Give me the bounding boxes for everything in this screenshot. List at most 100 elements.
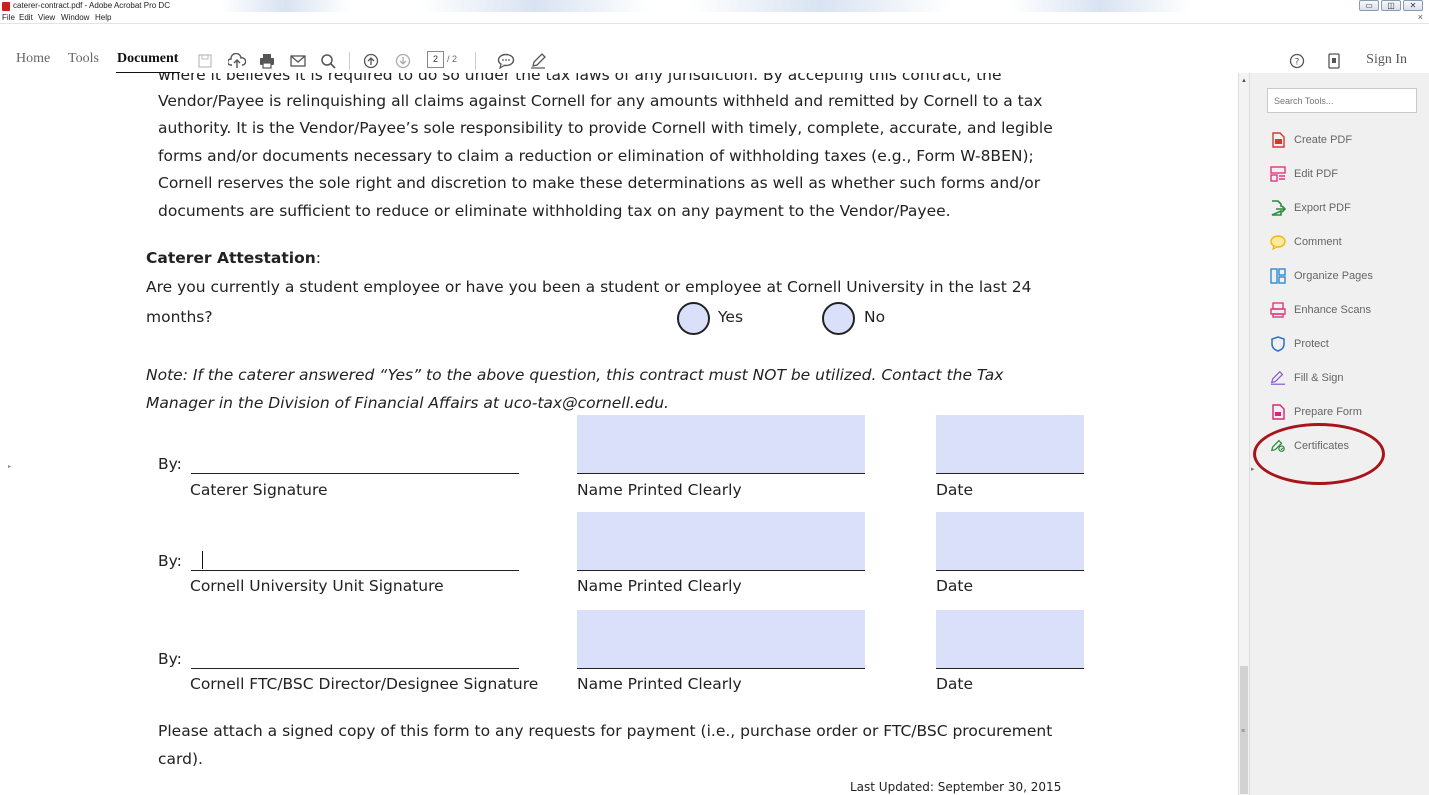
email-icon[interactable] — [289, 52, 307, 70]
date-field[interactable] — [936, 610, 1084, 668]
toolbar: Home Tools Document 2 / 2 ? Sign In — [0, 23, 1429, 74]
search-icon[interactable] — [319, 52, 337, 70]
tool-label: Create PDF — [1294, 134, 1353, 146]
no-label: No — [864, 308, 886, 326]
date-line — [936, 668, 1084, 669]
menu-edit[interactable]: Edit — [19, 12, 33, 23]
tab-tools[interactable]: Tools — [68, 51, 99, 67]
scrollbar-grip-icon: ≡ — [1241, 728, 1246, 735]
name-line — [577, 668, 865, 669]
document-viewer[interactable]: where it believes it is required to do s… — [0, 73, 1238, 795]
tool-label: Enhance Scans — [1294, 304, 1372, 316]
certificates-highlight-ring — [1253, 423, 1385, 485]
minimize-button[interactable]: ▭ — [1359, 0, 1379, 11]
page-up-icon[interactable] — [362, 52, 380, 70]
tool-label: Organize Pages — [1294, 270, 1373, 282]
tool-organize-pages[interactable]: Organize Pages — [1270, 266, 1373, 286]
note-line: Manager in the Division of Financial Aff… — [146, 394, 669, 412]
name-printed-field[interactable] — [577, 415, 865, 473]
tool-export-pdf[interactable]: Export PDF — [1270, 198, 1351, 218]
signature-label: Cornell FTC/BSC Director/Designee Signat… — [190, 675, 539, 693]
menu-help[interactable]: Help — [95, 12, 111, 23]
last-updated: Last Updated: September 30, 2015 — [850, 780, 1062, 794]
create-pdf-icon — [1270, 132, 1286, 148]
text-cursor — [202, 551, 203, 569]
vertical-scrollbar[interactable]: ▲ ≡ — [1238, 73, 1249, 795]
prepare-form-icon — [1270, 404, 1286, 420]
yes-label: Yes — [718, 308, 744, 326]
tools-pane-toggle[interactable]: ▸ — [1251, 465, 1255, 473]
enhance-scans-icon — [1270, 302, 1286, 318]
cutoff-line: where it believes it is required to do s… — [158, 73, 1002, 84]
edit-pdf-icon — [1270, 166, 1286, 182]
question-line: months? — [146, 308, 213, 326]
pen-icon[interactable] — [529, 52, 547, 70]
date-label: Date — [936, 577, 974, 595]
menu-file[interactable]: File — [2, 12, 15, 23]
scroll-up-arrow[interactable]: ▲ — [1241, 78, 1247, 84]
protect-icon — [1270, 336, 1286, 352]
toolbar-divider — [349, 52, 350, 70]
attestation-colon: : — [315, 249, 322, 267]
organize-pages-icon — [1270, 268, 1286, 284]
acrobat-app-icon — [2, 2, 10, 11]
tool-edit-pdf[interactable]: Edit PDF — [1270, 164, 1338, 184]
close-window-button[interactable]: ✕ — [1403, 0, 1423, 11]
tool-create-pdf[interactable]: Create PDF — [1270, 130, 1352, 150]
name-label: Name Printed Clearly — [577, 577, 742, 595]
tool-prepare-form[interactable]: Prepare Form — [1270, 402, 1362, 422]
name-label: Name Printed Clearly — [577, 481, 742, 499]
window-title: caterer-contract.pdf - Adobe Acrobat Pro… — [13, 1, 170, 10]
close-document-button[interactable]: × — [1418, 12, 1423, 23]
tool-label: Edit PDF — [1294, 168, 1339, 180]
comment-icon[interactable] — [497, 52, 515, 70]
name-printed-field[interactable] — [577, 512, 865, 570]
date-label: Date — [936, 481, 974, 499]
signature-line — [191, 570, 519, 571]
page-number-input[interactable]: 2 — [427, 51, 444, 68]
title-glow — [1010, 0, 1190, 12]
tool-fill-sign[interactable]: Fill & Sign — [1270, 368, 1344, 388]
date-field[interactable] — [936, 415, 1084, 473]
help-icon[interactable]: ? — [1288, 52, 1306, 70]
save-icon[interactable] — [196, 52, 214, 70]
page-down-icon[interactable] — [394, 52, 412, 70]
maximize-button[interactable]: ◫ — [1381, 0, 1401, 11]
left-pane-toggle[interactable]: ▸ — [8, 463, 11, 470]
name-line — [577, 473, 865, 474]
upload-icon[interactable] — [228, 52, 246, 70]
search-tools-input[interactable] — [1267, 88, 1417, 113]
mobile-icon[interactable] — [1325, 52, 1343, 70]
tool-enhance-scans[interactable]: Enhance Scans — [1270, 300, 1371, 320]
menu-window[interactable]: Window — [61, 12, 89, 23]
menu-view[interactable]: View — [38, 12, 55, 23]
menu-bar: File Edit View Window Help × — [0, 12, 1429, 23]
paragraph-line: authority. It is the Vendor/Payee’s sole… — [158, 119, 1053, 137]
paragraph-line: Vendor/Payee is relinquishing all claims… — [158, 92, 1043, 110]
tool-label: Comment — [1294, 236, 1342, 248]
export-pdf-icon — [1270, 200, 1286, 216]
name-printed-field[interactable] — [577, 610, 865, 668]
tab-document[interactable]: Document — [117, 51, 178, 67]
by-label: By: — [158, 650, 182, 668]
tool-protect[interactable]: Protect — [1270, 334, 1329, 354]
tool-label: Fill & Sign — [1294, 372, 1344, 384]
tool-label: Prepare Form — [1294, 406, 1362, 418]
signature-line — [191, 668, 519, 669]
paragraph-line: forms and/or documents necessary to clai… — [158, 147, 1034, 165]
footer-line: card). — [158, 750, 203, 768]
sign-in-button[interactable]: Sign In — [1366, 52, 1407, 68]
page-total: / 2 — [447, 54, 458, 64]
date-field[interactable] — [936, 512, 1084, 570]
note-line: Note: If the caterer answered “Yes” to t… — [146, 366, 1004, 384]
yes-radio-button[interactable] — [677, 302, 710, 335]
tab-home[interactable]: Home — [16, 51, 50, 67]
date-line — [936, 473, 1084, 474]
name-label: Name Printed Clearly — [577, 675, 742, 693]
no-radio-button[interactable] — [822, 302, 855, 335]
attestation-heading-text: Caterer Attestation — [146, 249, 316, 267]
signature-line — [191, 473, 519, 474]
name-line — [577, 570, 865, 571]
print-icon[interactable] — [258, 52, 276, 70]
tool-comment[interactable]: Comment — [1270, 232, 1342, 252]
